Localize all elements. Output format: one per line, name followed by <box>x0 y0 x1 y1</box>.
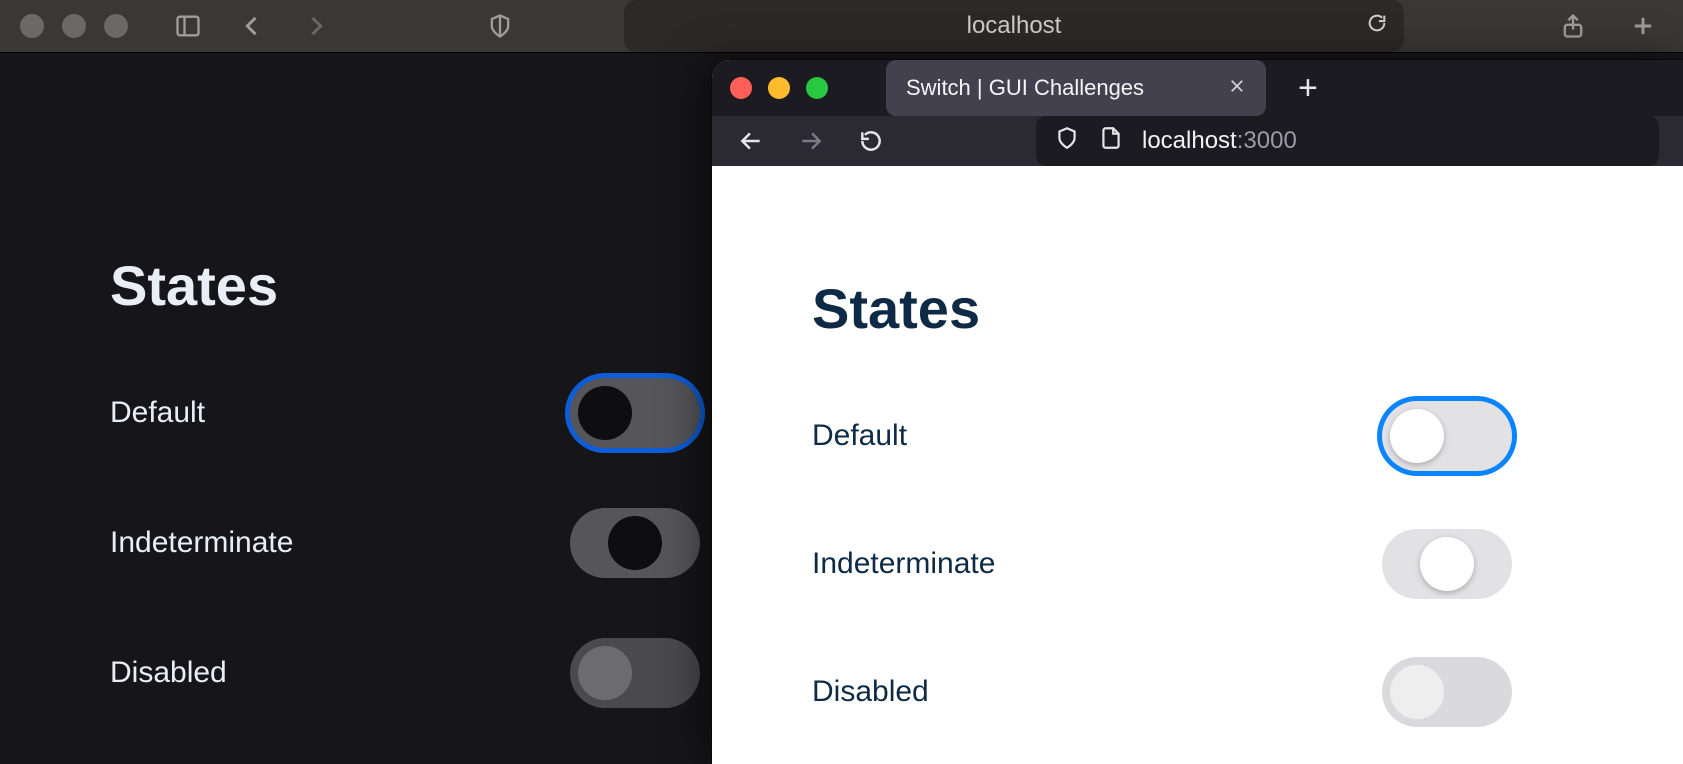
switch-label: Default <box>812 419 907 453</box>
reload-icon[interactable] <box>1366 12 1388 41</box>
url-host: localhost <box>1142 127 1237 154</box>
switch-disabled <box>1382 657 1512 727</box>
shield-icon[interactable] <box>480 6 520 46</box>
safari-url-text: localhost <box>967 12 1062 40</box>
switch-indeterminate[interactable] <box>1382 529 1512 599</box>
safari-toolbar: localhost <box>0 0 1683 53</box>
maximize-window-icon[interactable] <box>806 77 828 99</box>
url-port: :3000 <box>1237 127 1297 154</box>
new-tab-button[interactable]: + <box>1298 69 1318 108</box>
switch-thumb <box>1420 537 1474 591</box>
switch-label: Indeterminate <box>110 526 293 560</box>
switch-thumb <box>1390 665 1444 719</box>
browser-tab[interactable]: Switch | GUI Challenges <box>886 60 1266 116</box>
firefox-url-bar[interactable]: localhost:3000 <box>1036 116 1659 166</box>
back-icon[interactable] <box>736 126 766 156</box>
firefox-window: Switch | GUI Challenges + localhost:3000 <box>712 60 1683 764</box>
firefox-tabbar: Switch | GUI Challenges + <box>712 60 1683 116</box>
safari-url-bar[interactable]: localhost <box>624 0 1404 52</box>
minimize-window-icon[interactable] <box>62 14 86 38</box>
switch-label: Indeterminate <box>812 547 995 581</box>
switch-row-disabled: Disabled <box>110 638 700 708</box>
firefox-page-content: States Default Indeterminate Disabled <box>712 166 1683 764</box>
minimize-window-icon[interactable] <box>768 77 790 99</box>
safari-traffic-lights <box>20 14 128 38</box>
sidebar-icon[interactable] <box>168 6 208 46</box>
back-icon[interactable] <box>232 6 272 46</box>
switch-thumb <box>608 516 662 570</box>
reload-icon[interactable] <box>856 126 886 156</box>
firefox-traffic-lights <box>730 77 828 99</box>
switch-label: Disabled <box>812 675 929 709</box>
switch-default[interactable] <box>570 378 700 448</box>
switch-row-disabled: Disabled <box>812 657 1512 727</box>
switch-row-indeterminate: Indeterminate <box>812 529 1512 599</box>
page-title: States <box>812 276 1583 341</box>
switch-row-default: Default <box>110 378 700 448</box>
switch-disabled <box>570 638 700 708</box>
switch-thumb <box>578 386 632 440</box>
forward-icon <box>796 126 826 156</box>
close-window-icon[interactable] <box>20 14 44 38</box>
forward-icon <box>296 6 336 46</box>
switch-row-indeterminate: Indeterminate <box>110 508 700 578</box>
switch-label: Default <box>110 396 205 430</box>
close-window-icon[interactable] <box>730 77 752 99</box>
switch-thumb <box>574 642 636 704</box>
tab-title: Switch | GUI Challenges <box>906 75 1144 101</box>
new-tab-icon[interactable] <box>1623 6 1663 46</box>
switch-indeterminate[interactable] <box>570 508 700 578</box>
switch-thumb <box>1390 409 1444 463</box>
switch-row-default: Default <box>812 401 1512 471</box>
firefox-toolbar: localhost:3000 <box>712 116 1683 166</box>
share-icon[interactable] <box>1553 6 1593 46</box>
switch-label: Disabled <box>110 656 227 690</box>
switch-default[interactable] <box>1382 401 1512 471</box>
shield-icon[interactable] <box>1054 125 1080 158</box>
maximize-window-icon[interactable] <box>104 14 128 38</box>
page-icon <box>1098 125 1124 158</box>
close-tab-icon[interactable] <box>1228 75 1246 101</box>
switch-row-disabled-checked-partial: x <box>110 748 700 764</box>
